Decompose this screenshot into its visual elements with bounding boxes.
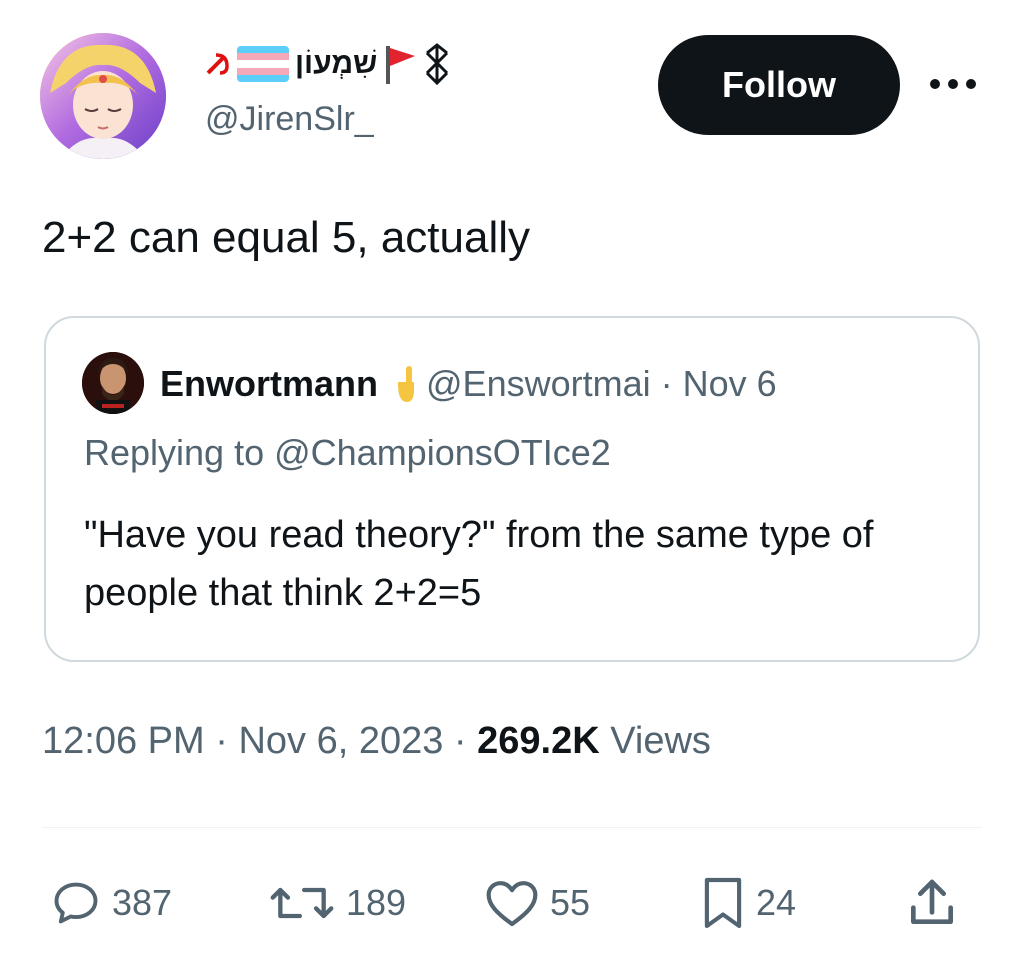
share-icon xyxy=(911,879,953,924)
author-handle[interactable]: @JirenSlr_ xyxy=(205,100,374,139)
like-count: 55 xyxy=(550,882,591,923)
quoted-author-handle[interactable]: @Enswortmai xyxy=(426,363,651,405)
trans-flag-icon xyxy=(237,46,289,82)
meta-separator: · xyxy=(215,720,228,762)
bookmark-button[interactable]: 24 xyxy=(700,868,796,938)
repost-icon xyxy=(270,887,334,919)
red-flag-icon xyxy=(383,44,417,84)
tweet-date[interactable]: Nov 6, 2023 xyxy=(238,720,443,762)
views-label: Views xyxy=(610,720,711,762)
divider xyxy=(42,827,982,828)
repost-button[interactable]: 189 xyxy=(268,868,406,938)
tweet-text: 2+2 can equal 5, actually xyxy=(42,213,531,262)
more-options-button[interactable] xyxy=(925,62,981,106)
meta-separator: · xyxy=(453,720,467,762)
berserk-brand-icon xyxy=(423,43,451,85)
quoted-author-name[interactable]: Enwortmann xyxy=(160,363,378,405)
pointing-hand-icon xyxy=(394,364,416,404)
bookmark-count: 24 xyxy=(756,882,797,923)
replying-to[interactable]: Replying to @ChampionsOTIce2 xyxy=(84,432,611,474)
quoted-text: "Have you read theory?" from the same ty… xyxy=(84,514,874,614)
tweet-time[interactable]: 12:06 PM xyxy=(42,720,205,762)
views-count: 269.2K xyxy=(477,720,600,762)
author-name-row[interactable]: שִׁמְעוֹן xyxy=(205,40,451,88)
like-button[interactable]: 55 xyxy=(484,868,590,938)
author-display-name: שִׁמְעוֹן xyxy=(295,47,378,80)
hammer-sickle-icon xyxy=(205,51,231,77)
quoted-date: · Nov 6 xyxy=(660,363,777,404)
tweet-meta: 12:06 PM · Nov 6, 2023 · 269.2K Views xyxy=(42,720,711,763)
follow-button[interactable]: Follow xyxy=(658,35,900,135)
quoted-header: Enwortmann @Enswortmai · Nov 6 xyxy=(160,356,777,412)
quoted-author-avatar xyxy=(82,352,144,414)
repost-count: 189 xyxy=(346,882,407,923)
bookmark-icon xyxy=(704,877,742,929)
like-icon xyxy=(486,881,538,927)
reply-count: 387 xyxy=(112,882,173,923)
reply-button[interactable]: 387 xyxy=(50,868,172,938)
share-button[interactable] xyxy=(904,868,960,938)
reply-icon xyxy=(54,882,98,924)
more-icon xyxy=(930,79,976,89)
author-avatar[interactable] xyxy=(40,33,166,159)
